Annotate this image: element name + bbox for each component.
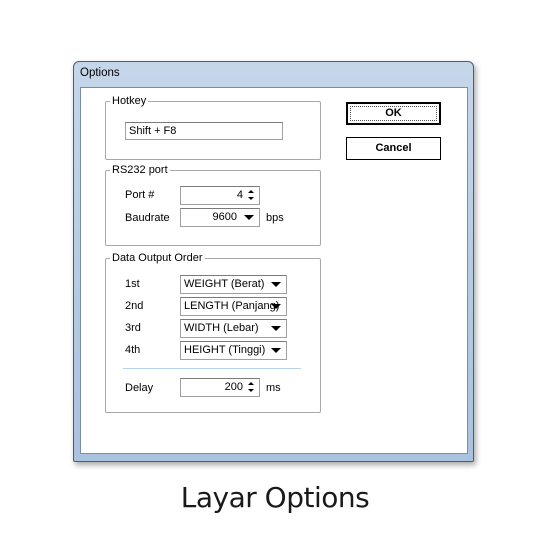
delay-label: Delay xyxy=(125,382,154,394)
order-value-4th: HEIGHT (Tinggi) xyxy=(184,344,266,356)
order-value-1st: WEIGHT (Berat) xyxy=(184,278,265,290)
port-value: 4 xyxy=(236,189,243,201)
hotkey-group: Hotkey Shift + F8 xyxy=(105,95,321,160)
chevron-down-icon[interactable] xyxy=(271,282,281,287)
order-label-3rd: 3rd xyxy=(125,322,141,334)
delay-value: 200 xyxy=(224,381,243,393)
order-label-1st: 1st xyxy=(125,278,140,290)
ok-button[interactable]: OK xyxy=(346,102,441,125)
order-value-2nd: LENGTH (Panjang) xyxy=(184,300,280,312)
hotkey-input[interactable]: Shift + F8 xyxy=(125,122,283,140)
baudrate-select[interactable]: 9600 xyxy=(180,208,260,227)
order-label-4th: 4th xyxy=(125,344,141,356)
order-select-3rd[interactable]: WIDTH (Lebar) xyxy=(180,319,287,338)
chevron-down-icon[interactable] xyxy=(271,348,281,353)
focus-rect xyxy=(350,106,437,121)
port-spin-arrows[interactable] xyxy=(246,188,258,203)
delay-spinner[interactable]: 200 xyxy=(180,378,260,397)
port-spinner[interactable]: 4 xyxy=(180,186,260,205)
output-group-title: Data Output Order xyxy=(110,252,205,265)
spin-down-icon[interactable] xyxy=(248,389,254,392)
delay-unit: ms xyxy=(266,382,281,394)
options-dialog: Options Hotkey Shift + F8 RS232 port Por… xyxy=(73,61,474,462)
chevron-down-icon[interactable] xyxy=(271,304,281,309)
hotkey-group-title: Hotkey xyxy=(110,95,149,108)
baudrate-label: Baudrate xyxy=(125,212,170,224)
chevron-down-icon[interactable] xyxy=(271,326,281,331)
rs232-group-title: RS232 port xyxy=(110,164,170,177)
order-select-4th[interactable]: HEIGHT (Tinggi) xyxy=(180,341,287,360)
order-select-2nd[interactable]: LENGTH (Panjang) xyxy=(180,297,287,316)
port-label: Port # xyxy=(125,189,155,201)
cancel-button[interactable]: Cancel xyxy=(346,137,441,160)
image-caption: Layar Options xyxy=(180,481,370,514)
dialog-client-area: Hotkey Shift + F8 RS232 port Port # 4 Ba… xyxy=(80,87,468,454)
separator-line xyxy=(123,368,301,369)
baudrate-unit: bps xyxy=(266,212,284,224)
order-value-3rd: WIDTH (Lebar) xyxy=(184,322,259,334)
title-bar[interactable]: Options xyxy=(74,62,473,84)
order-select-1st[interactable]: WEIGHT (Berat) xyxy=(180,275,287,294)
delay-spin-arrows[interactable] xyxy=(246,380,258,395)
baudrate-value: 9600 xyxy=(212,211,237,223)
window-title: Options xyxy=(80,67,120,79)
spin-up-icon[interactable] xyxy=(248,382,254,385)
spin-up-icon[interactable] xyxy=(248,190,254,193)
spin-down-icon[interactable] xyxy=(248,197,254,200)
data-output-order-group: Data Output Order 1st WEIGHT (Berat) 2nd… xyxy=(105,252,321,413)
chevron-down-icon[interactable] xyxy=(244,215,254,220)
rs232-group: RS232 port Port # 4 Baudrate 9600 bps xyxy=(105,164,321,246)
order-label-2nd: 2nd xyxy=(125,300,144,312)
